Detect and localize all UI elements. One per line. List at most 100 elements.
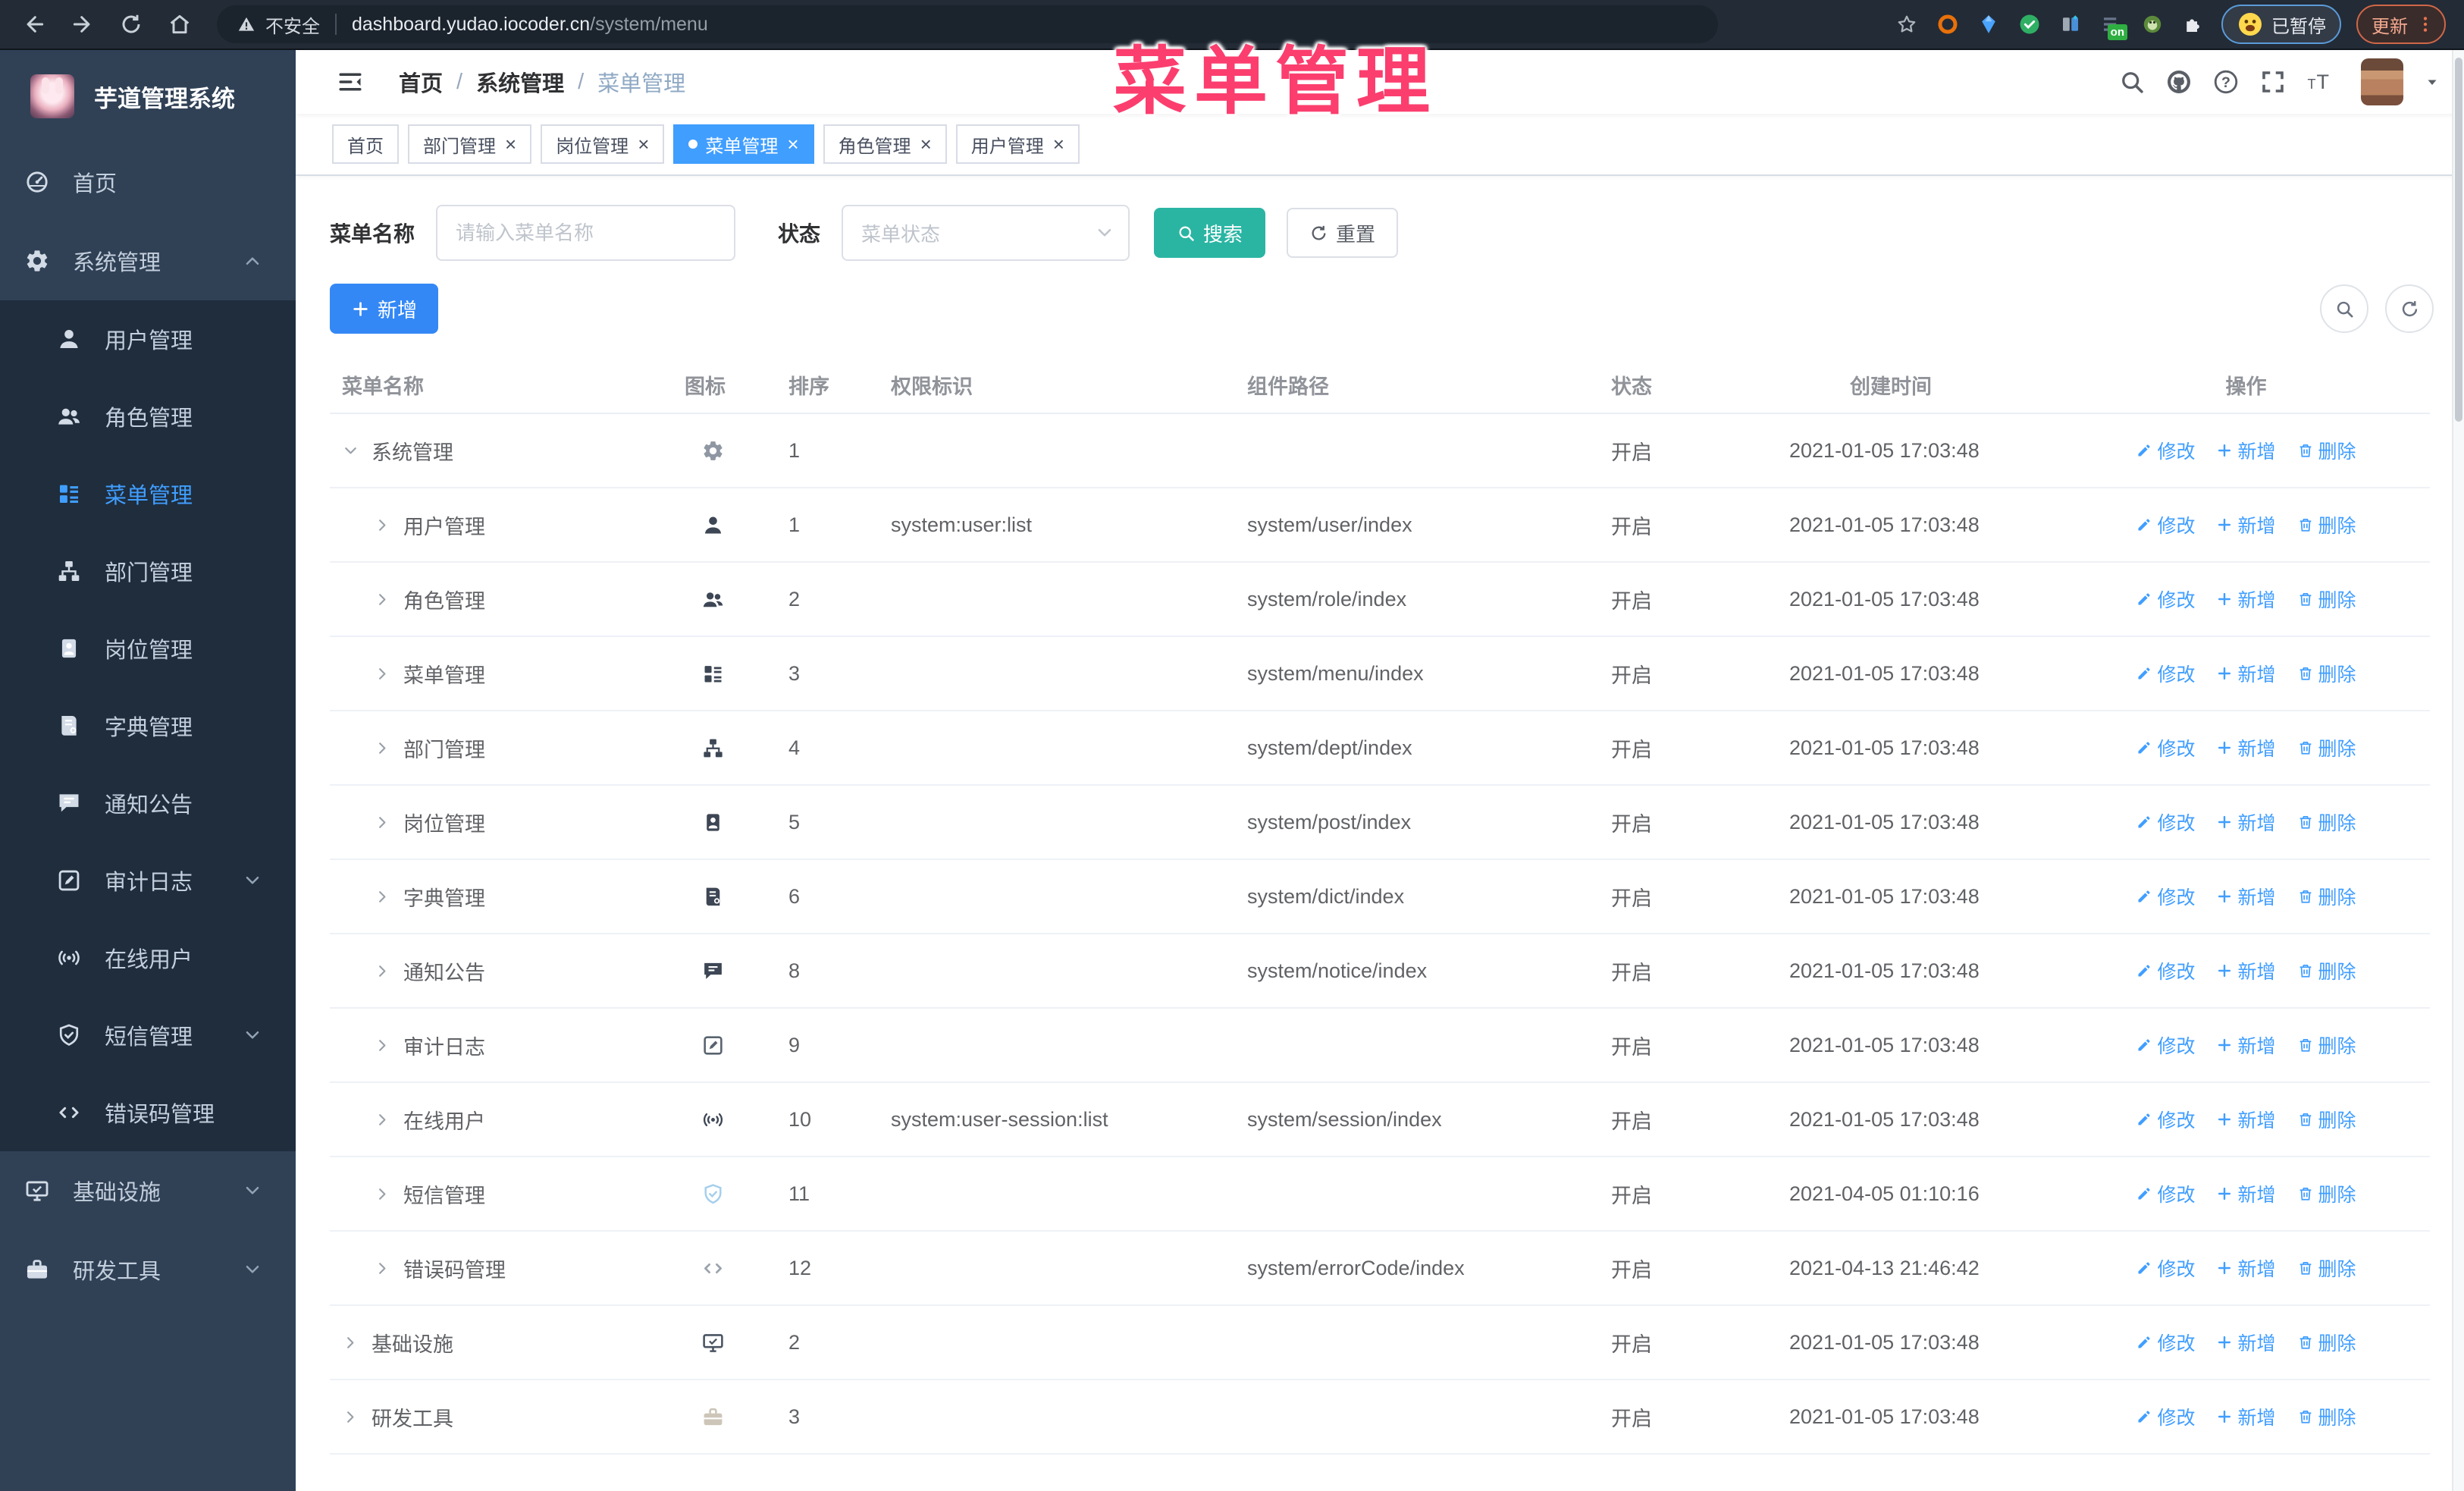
- caret-right-icon[interactable]: [374, 516, 391, 534]
- caret-right-icon[interactable]: [374, 591, 391, 608]
- browser-home-button[interactable]: [158, 4, 202, 45]
- tab-首页[interactable]: 首页: [332, 124, 399, 164]
- add-link[interactable]: 新增: [2216, 883, 2276, 910]
- add-link[interactable]: 新增: [2216, 1254, 2276, 1282]
- edit-link[interactable]: 修改: [2136, 1403, 2195, 1430]
- breadcrumb-system[interactable]: 系统管理: [476, 66, 564, 98]
- close-icon[interactable]: ×: [638, 134, 649, 154]
- add-link[interactable]: 新增: [2216, 660, 2276, 687]
- edit-link[interactable]: 修改: [2136, 511, 2195, 538]
- browser-forward-button[interactable]: [61, 4, 105, 45]
- add-link[interactable]: 新增: [2216, 1106, 2276, 1133]
- close-icon[interactable]: ×: [920, 134, 932, 154]
- edit-link[interactable]: 修改: [2136, 1180, 2195, 1207]
- edit-link[interactable]: 修改: [2136, 1106, 2195, 1133]
- caret-right-icon[interactable]: [374, 962, 391, 980]
- status-select[interactable]: 菜单状态: [842, 205, 1130, 261]
- delete-link[interactable]: 删除: [2297, 957, 2356, 984]
- sidebar-item-message[interactable]: 通知公告: [0, 764, 296, 842]
- delete-link[interactable]: 删除: [2297, 734, 2356, 761]
- extension-green-check[interactable]: [2017, 11, 2042, 37]
- sidebar-item-toolbox[interactable]: 研发工具: [0, 1230, 296, 1309]
- github-icon[interactable]: [2165, 68, 2193, 96]
- sidebar-item-menu[interactable]: 菜单管理: [0, 455, 296, 532]
- edit-link[interactable]: 修改: [2136, 1329, 2195, 1356]
- browser-update-button[interactable]: 更新: [2356, 5, 2446, 44]
- edit-link[interactable]: 修改: [2136, 734, 2195, 761]
- caret-right-icon[interactable]: [342, 1408, 359, 1426]
- caret-right-icon[interactable]: [374, 739, 391, 757]
- caret-right-icon[interactable]: [374, 665, 391, 683]
- add-link[interactable]: 新增: [2216, 1329, 2276, 1356]
- delete-link[interactable]: 删除: [2297, 511, 2356, 538]
- delete-link[interactable]: 删除: [2297, 808, 2356, 836]
- address-bar[interactable]: 不安全 dashboard.yudao.iocoder.cn/system/me…: [217, 5, 1718, 43]
- edit-link[interactable]: 修改: [2136, 1031, 2195, 1059]
- search-icon[interactable]: [2118, 68, 2146, 96]
- add-link[interactable]: 新增: [2216, 957, 2276, 984]
- add-button[interactable]: 新增: [330, 284, 439, 334]
- caret-right-icon[interactable]: [374, 1185, 391, 1203]
- edit-link[interactable]: 修改: [2136, 437, 2195, 464]
- caret-right-icon[interactable]: [374, 888, 391, 906]
- close-icon[interactable]: ×: [1053, 134, 1064, 154]
- user-avatar[interactable]: [2361, 58, 2403, 105]
- refresh-table-button[interactable]: [2385, 284, 2434, 333]
- caret-right-icon[interactable]: [374, 814, 391, 831]
- extension-monkey[interactable]: [2140, 11, 2165, 37]
- tab-部门管理[interactable]: 部门管理 ×: [408, 124, 532, 164]
- delete-link[interactable]: 删除: [2297, 1254, 2356, 1282]
- add-link[interactable]: 新增: [2216, 808, 2276, 836]
- add-link[interactable]: 新增: [2216, 511, 2276, 538]
- add-link[interactable]: 新增: [2216, 1403, 2276, 1430]
- scrollbar-thumb[interactable]: [2455, 58, 2462, 422]
- close-icon[interactable]: ×: [787, 134, 798, 154]
- delete-link[interactable]: 删除: [2297, 1329, 2356, 1356]
- breadcrumb-home[interactable]: 首页: [399, 66, 443, 98]
- tab-用户管理[interactable]: 用户管理 ×: [955, 124, 1080, 164]
- add-link[interactable]: 新增: [2216, 585, 2276, 613]
- edit-link[interactable]: 修改: [2136, 957, 2195, 984]
- delete-link[interactable]: 删除: [2297, 1106, 2356, 1133]
- add-link[interactable]: 新增: [2216, 734, 2276, 761]
- edit-link[interactable]: 修改: [2136, 808, 2195, 836]
- delete-link[interactable]: 删除: [2297, 660, 2356, 687]
- search-button[interactable]: 搜索: [1154, 208, 1266, 258]
- extension-gem[interactable]: [1976, 11, 2002, 37]
- sidebar-item-users[interactable]: 角色管理: [0, 378, 296, 455]
- caret-down-icon[interactable]: [342, 442, 359, 460]
- caret-right-icon[interactable]: [374, 1260, 391, 1277]
- app-logo[interactable]: 芋道管理系统: [0, 50, 296, 143]
- reset-button[interactable]: 重置: [1287, 208, 1399, 258]
- extension-orange[interactable]: [1935, 11, 1961, 37]
- toggle-search-button[interactable]: [2320, 284, 2368, 333]
- sidebar-item-user[interactable]: 用户管理: [0, 300, 296, 378]
- tab-角色管理[interactable]: 角色管理 ×: [823, 124, 947, 164]
- close-icon[interactable]: ×: [505, 134, 516, 154]
- caret-right-icon[interactable]: [374, 1111, 391, 1128]
- sidebar-item-dashboard[interactable]: 首页: [0, 143, 296, 221]
- delete-link[interactable]: 删除: [2297, 1180, 2356, 1207]
- edit-link[interactable]: 修改: [2136, 1254, 2195, 1282]
- tab-岗位管理[interactable]: 岗位管理 ×: [541, 124, 665, 164]
- sidebar-item-badge[interactable]: 岗位管理: [0, 610, 296, 687]
- delete-link[interactable]: 删除: [2297, 437, 2356, 464]
- sidebar-item-monitor[interactable]: 基础设施: [0, 1151, 296, 1230]
- delete-link[interactable]: 删除: [2297, 1031, 2356, 1059]
- caret-right-icon[interactable]: [374, 1037, 391, 1054]
- sidebar-item-book[interactable]: 字典管理: [0, 687, 296, 764]
- sidebar-item-gear[interactable]: 系统管理: [0, 221, 296, 300]
- add-link[interactable]: 新增: [2216, 1031, 2276, 1059]
- sidebar-fold-button[interactable]: [334, 65, 367, 99]
- delete-link[interactable]: 删除: [2297, 585, 2356, 613]
- edit-link[interactable]: 修改: [2136, 585, 2195, 613]
- sidebar-item-code[interactable]: 错误码管理: [0, 1074, 296, 1151]
- sidebar-item-shield[interactable]: 短信管理: [0, 997, 296, 1074]
- browser-back-button[interactable]: [12, 4, 56, 45]
- sidebar-item-tree[interactable]: 部门管理: [0, 532, 296, 610]
- add-link[interactable]: 新增: [2216, 437, 2276, 464]
- sidebar-item-edit[interactable]: 审计日志: [0, 842, 296, 919]
- delete-link[interactable]: 删除: [2297, 1403, 2356, 1430]
- extension-switch-on[interactable]: on: [2099, 11, 2127, 40]
- menu-name-input[interactable]: [436, 205, 736, 261]
